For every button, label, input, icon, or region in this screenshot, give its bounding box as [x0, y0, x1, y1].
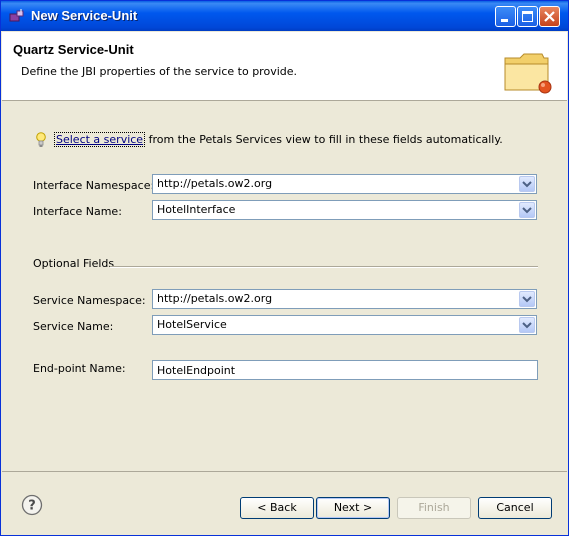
folder-icon — [504, 53, 552, 94]
wizard-footer: ? < Back Next > Finish Cancel — [2, 471, 567, 536]
minimize-icon — [501, 19, 508, 22]
back-button[interactable]: < Back — [240, 497, 314, 519]
hint-rest: from the Petals Services view to fill in… — [145, 133, 503, 146]
service-name-label: Service Name: — [33, 320, 114, 333]
minimize-button[interactable] — [495, 6, 516, 27]
page-title: Quartz Service-Unit — [13, 42, 134, 57]
lightbulb-icon — [36, 132, 46, 147]
page-description: Define the JBI properties of the service… — [21, 65, 298, 78]
maximize-icon — [522, 11, 533, 22]
service-namespace-combo[interactable]: http://petals.ow2.org — [152, 289, 537, 309]
service-name-value: HotelService — [157, 318, 227, 331]
service-name-dropdown-button[interactable] — [519, 317, 535, 333]
chevron-down-icon — [522, 322, 532, 329]
next-button[interactable]: Next > — [316, 497, 390, 519]
interface-namespace-combo[interactable]: http://petals.ow2.org — [152, 174, 537, 194]
close-icon — [544, 11, 555, 22]
interface-namespace-value: http://petals.ow2.org — [157, 177, 273, 190]
optional-fields-group-label: Optional Fields — [33, 257, 115, 270]
service-namespace-value: http://petals.ow2.org — [157, 292, 273, 305]
window-title: New Service-Unit — [31, 8, 138, 23]
chevron-down-icon — [522, 296, 532, 303]
finish-button[interactable]: Finish — [397, 497, 471, 519]
maximize-button[interactable] — [517, 6, 538, 27]
service-namespace-label: Service Namespace: — [33, 294, 146, 307]
service-namespace-dropdown-button[interactable] — [519, 291, 535, 307]
chevron-down-icon — [522, 207, 532, 214]
wizard-header: Quartz Service-Unit Define the JBI prope… — [2, 32, 567, 101]
select-service-link[interactable]: Select a service — [54, 132, 146, 147]
endpoint-name-field[interactable] — [152, 360, 538, 380]
hint-text: Select a service from the Petals Service… — [54, 132, 503, 147]
close-button[interactable] — [539, 6, 560, 27]
chevron-down-icon — [522, 181, 532, 188]
help-icon[interactable]: ? — [21, 494, 43, 516]
interface-namespace-label: Interface Namespace: — [33, 179, 155, 192]
cancel-button[interactable]: Cancel — [478, 497, 552, 519]
wizard-app-icon — [9, 9, 24, 22]
new-service-unit-dialog: New Service-Unit Quartz Service-Unit Def… — [0, 0, 569, 536]
interface-name-combo[interactable]: HotelInterface — [152, 200, 537, 220]
interface-namespace-dropdown-button[interactable] — [519, 176, 535, 192]
group-separator — [110, 266, 538, 268]
svg-text:?: ? — [28, 499, 36, 514]
wizard-content: Select a service from the Petals Service… — [2, 101, 567, 471]
service-name-combo[interactable]: HotelService — [152, 315, 537, 335]
interface-name-label: Interface Name: — [33, 205, 122, 218]
interface-name-value: HotelInterface — [157, 203, 236, 216]
title-bar[interactable]: New Service-Unit — [1, 1, 568, 31]
endpoint-name-label: End-point Name: — [33, 362, 126, 375]
interface-name-dropdown-button[interactable] — [519, 202, 535, 218]
